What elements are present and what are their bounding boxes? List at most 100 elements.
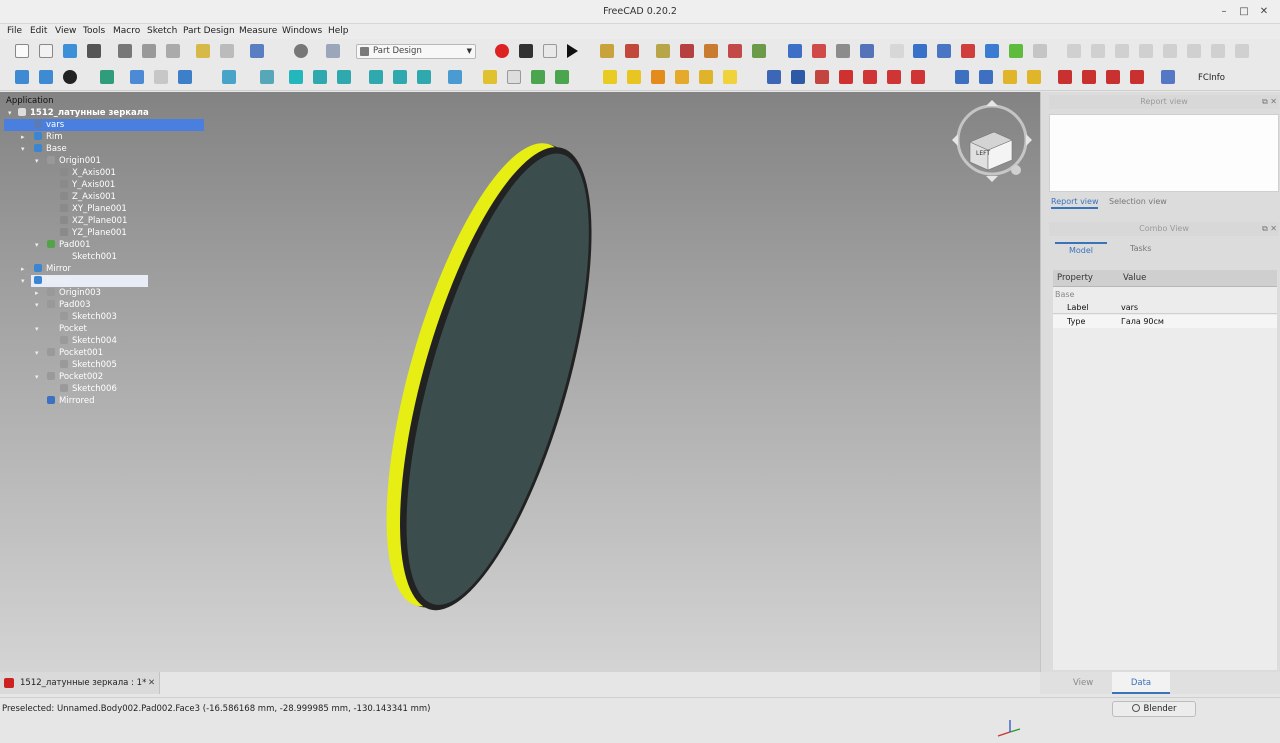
tree-item-sketch006[interactable]: Sketch006 (60, 383, 117, 395)
tree-item-x-axis001[interactable]: X_Axis001 (60, 167, 116, 179)
measure-toggle-icon[interactable] (860, 44, 874, 58)
isometric-icon[interactable] (222, 70, 236, 84)
attach-sketch-icon[interactable] (656, 44, 670, 58)
tree-item-vars[interactable]: vars (34, 119, 64, 131)
additive-primitive-icon[interactable] (723, 70, 737, 84)
view-front-icon[interactable] (260, 70, 274, 84)
std-views-icon[interactable] (178, 70, 192, 84)
macro-run-icon[interactable] (567, 44, 578, 58)
sync-view-icon[interactable] (100, 70, 114, 84)
macro-record-icon[interactable] (495, 44, 509, 58)
menu-tools[interactable]: Tools (83, 26, 105, 36)
chevron-down-icon[interactable]: ▾ (35, 373, 39, 381)
property-row-label[interactable]: Label vars (1053, 301, 1277, 314)
subtractive-pipe-icon[interactable] (863, 70, 877, 84)
menu-help[interactable]: Help (328, 26, 349, 36)
view-back-arrow-icon[interactable] (130, 70, 144, 84)
view-right-icon[interactable] (313, 70, 327, 84)
tree-item-sketch004[interactable]: Sketch004 (60, 335, 117, 347)
close-icon[interactable]: ✕ (1256, 4, 1272, 20)
fcinfo-button[interactable]: FCInfo (1198, 73, 1225, 83)
link-group-icon[interactable] (555, 70, 569, 84)
recompute-icon[interactable] (294, 44, 308, 58)
multitransform-icon[interactable] (1027, 70, 1041, 84)
mirror-model[interactable] (0, 92, 1040, 672)
tree-item-origin003[interactable]: Origin003 (47, 287, 101, 299)
menu-part-design[interactable]: Part Design (183, 26, 235, 36)
chevron-down-icon[interactable]: ▾ (8, 109, 12, 117)
sketch-view-icon[interactable] (752, 44, 766, 58)
chevron-right-icon[interactable]: ▸ (35, 289, 39, 297)
loft-icon[interactable] (651, 70, 665, 84)
pocket-icon[interactable] (767, 70, 781, 84)
lcs-icon[interactable] (961, 44, 975, 58)
measure-angular-icon[interactable] (812, 44, 826, 58)
tree-item-origin001[interactable]: Origin001 (47, 155, 101, 167)
tab-selection-view[interactable]: Selection view (1109, 195, 1167, 209)
view-bottom-icon[interactable] (369, 70, 383, 84)
redo-icon[interactable] (220, 44, 234, 58)
tree-item-mirror[interactable]: Mirror (34, 263, 71, 275)
menu-windows[interactable]: Windows (282, 26, 322, 36)
tree-item-pad003[interactable]: Pad003 (47, 299, 91, 311)
measure-refresh-icon[interactable] (836, 44, 850, 58)
menu-measure[interactable]: Measure (239, 26, 277, 36)
mirrored-icon[interactable] (955, 70, 969, 84)
tree-item-rim[interactable]: Rim (34, 131, 63, 143)
copy-icon[interactable] (142, 44, 156, 58)
property-value[interactable]: Гала 90см (1121, 315, 1164, 328)
tree-item-pocket[interactable]: Pocket (47, 323, 87, 335)
chevron-down-icon[interactable]: ▾ (35, 241, 39, 249)
plane-icon[interactable] (937, 44, 951, 58)
view-rear-icon[interactable] (337, 70, 351, 84)
validate-sketch-icon[interactable] (625, 44, 639, 58)
refresh-checks-icon[interactable] (250, 44, 264, 58)
pipe-icon[interactable] (675, 70, 689, 84)
subtractive-helix-icon[interactable] (887, 70, 901, 84)
view-top-icon[interactable] (289, 70, 303, 84)
tree-item-sketch003[interactable]: Sketch003 (60, 311, 117, 323)
tree-item-sketch001[interactable]: Sketch001 (60, 251, 117, 263)
property-row-type[interactable]: Type Гала 90см (1053, 315, 1277, 328)
tab-tasks[interactable]: Tasks (1130, 242, 1151, 256)
line-icon[interactable] (913, 44, 927, 58)
undo-icon[interactable] (196, 44, 210, 58)
chevron-down-icon[interactable]: ▾ (35, 301, 39, 309)
3d-viewport[interactable]: Application ▾ 1512_латунные зеркала vars… (0, 92, 1040, 737)
mirror-sketch-icon[interactable] (704, 44, 718, 58)
macro-edit-icon[interactable] (543, 44, 557, 58)
link-icon[interactable] (531, 70, 545, 84)
macro-stop-icon[interactable] (519, 44, 533, 58)
chevron-down-icon[interactable]: ▾ (21, 277, 25, 285)
draw-style-icon[interactable] (63, 70, 77, 84)
cut-icon[interactable] (118, 44, 132, 58)
subtractive-primitive-icon[interactable] (911, 70, 925, 84)
helix-icon[interactable] (699, 70, 713, 84)
close-sketch-icon[interactable] (680, 44, 694, 58)
property-editor[interactable]: Property Value Base Label vars Type Гала… (1053, 270, 1277, 670)
chevron-down-icon[interactable]: ▾ (35, 157, 39, 165)
tree-item-pad001[interactable]: Pad001 (47, 239, 91, 251)
tab-data[interactable]: Data (1112, 672, 1170, 694)
tree-item-mirror-active[interactable]: Mirror (34, 275, 71, 287)
tab-view[interactable]: View (1073, 678, 1093, 688)
tree-item-base[interactable]: Base (34, 143, 67, 155)
sketch-icon[interactable] (600, 44, 614, 58)
fillet-icon[interactable] (1058, 70, 1072, 84)
chevron-down-icon[interactable]: ▾ (35, 325, 39, 333)
subtractive-loft-icon[interactable] (839, 70, 853, 84)
menu-view[interactable]: View (55, 26, 76, 36)
workbench-selector[interactable]: Part Design ▼ (356, 44, 476, 59)
chamfer-icon[interactable] (1082, 70, 1096, 84)
revolution-icon[interactable] (627, 70, 641, 84)
shapebinder-icon[interactable] (985, 44, 999, 58)
tree-item-xz-plane001[interactable]: XZ_Plane001 (60, 215, 127, 227)
tree-item-sketch005[interactable]: Sketch005 (60, 359, 117, 371)
chevron-right-icon[interactable]: ▸ (21, 265, 25, 273)
panel-close-icon[interactable]: ⧉ ✕ (1262, 95, 1277, 109)
tab-model[interactable]: Model (1055, 242, 1108, 256)
merge-sketch-icon[interactable] (728, 44, 742, 58)
view-forward-arrow-icon[interactable] (154, 70, 168, 84)
menu-file[interactable]: File (7, 26, 22, 36)
property-value[interactable]: vars (1121, 301, 1138, 314)
